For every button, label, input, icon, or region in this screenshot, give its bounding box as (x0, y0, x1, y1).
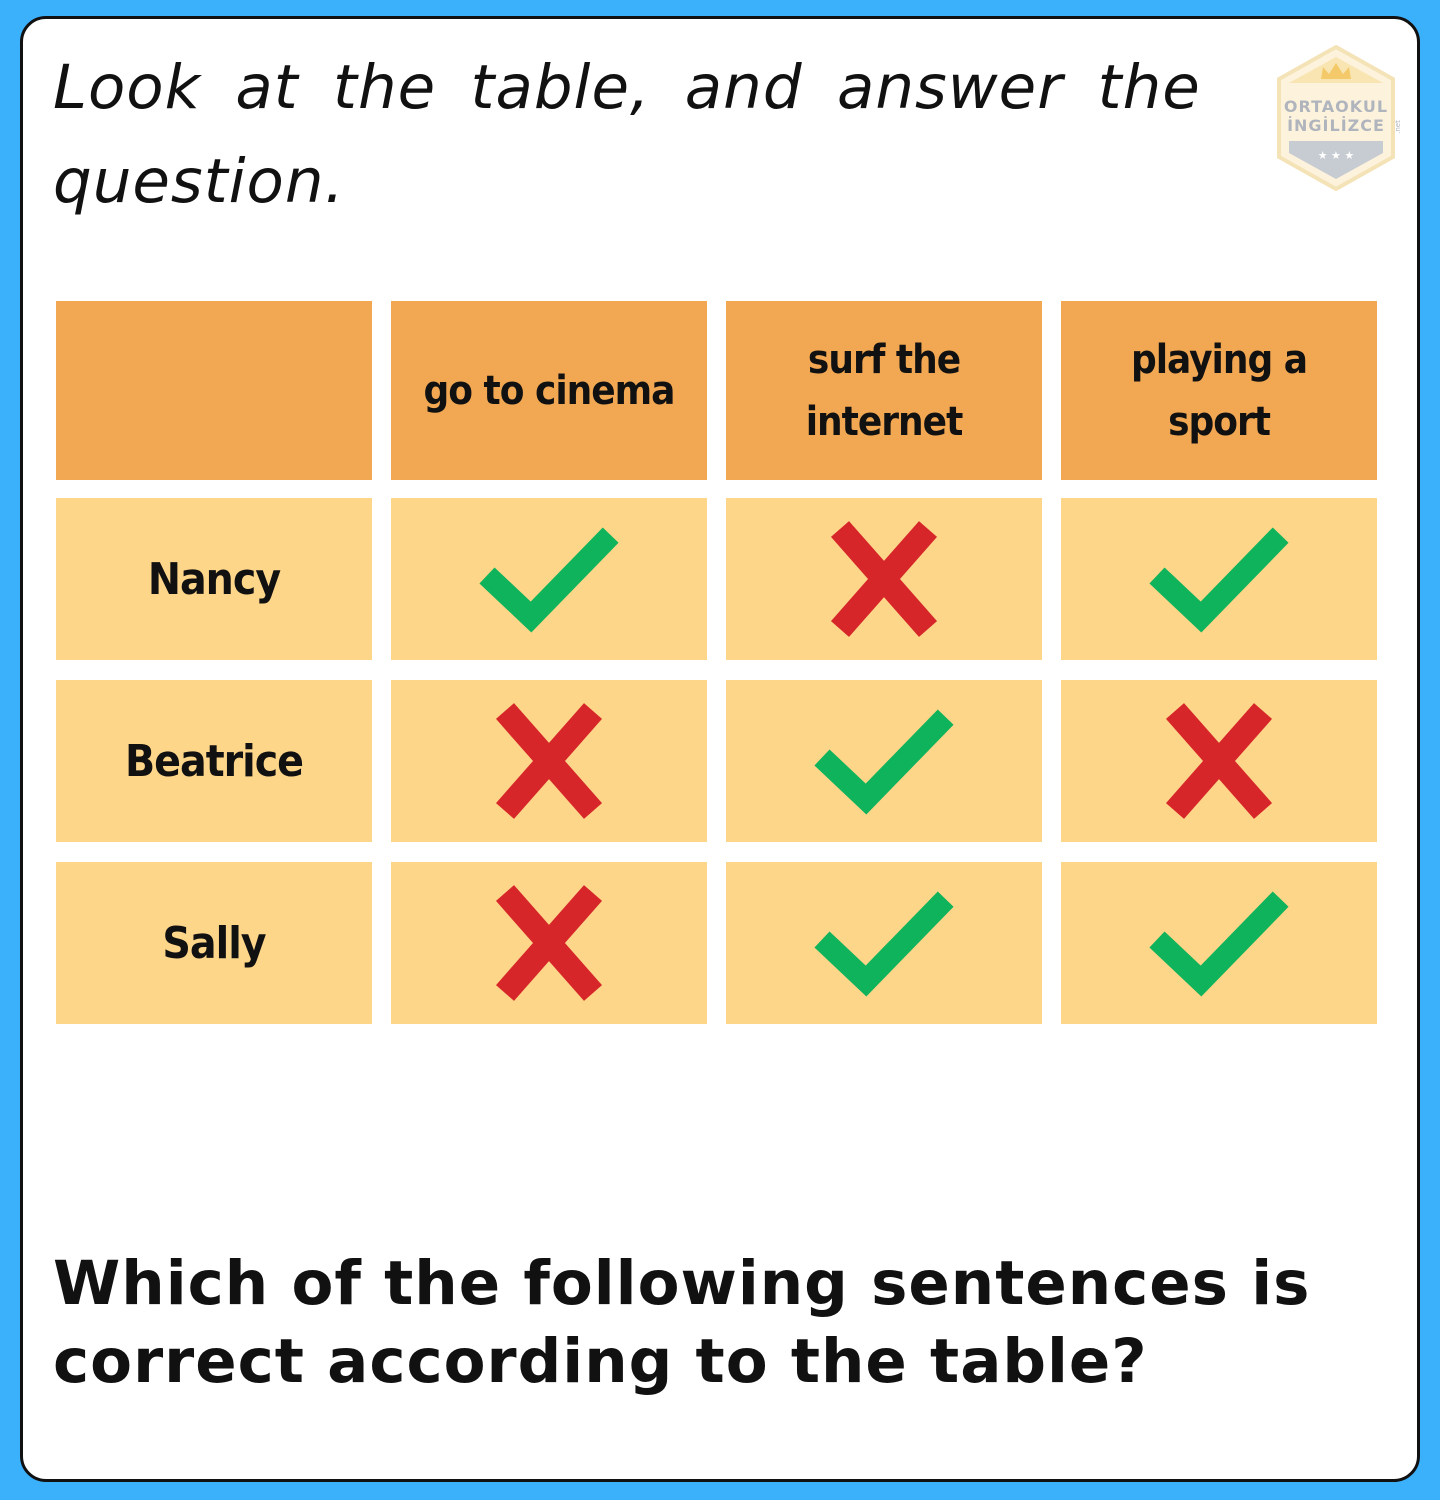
row-name-nancy: Nancy (56, 498, 372, 660)
logo-line-2: İNGİLİZCE (1287, 116, 1385, 135)
table-cell (391, 498, 707, 660)
table-cell (1061, 862, 1377, 1024)
logo-line-1: ORTAOKUL (1283, 97, 1389, 116)
column-header-cinema: go to cinema (391, 301, 707, 480)
cross-icon (479, 701, 619, 821)
cross-icon (479, 883, 619, 1003)
check-icon (814, 883, 954, 1003)
table-cell (1061, 498, 1377, 660)
table-header-corner (56, 301, 372, 480)
cross-icon (1149, 701, 1289, 821)
instruction-text: Look at the table, and answer the questi… (53, 52, 1201, 217)
check-icon (1149, 883, 1289, 1003)
logo-suffix: .net (1393, 120, 1402, 134)
row-name-sally: Sally (56, 862, 372, 1024)
table-cell (726, 498, 1042, 660)
row-name-beatrice: Beatrice (56, 680, 372, 842)
table-cell (391, 862, 707, 1024)
check-icon (814, 701, 954, 821)
cross-icon (814, 519, 954, 639)
site-logo: ★ ★ ★ ORTAOKUL İNGİLİZCE .net (1273, 43, 1402, 193)
table-cell (726, 680, 1042, 842)
svg-text:★ ★ ★: ★ ★ ★ (1318, 149, 1355, 162)
question-text: Which of the following sentences is corr… (53, 1248, 1311, 1397)
table-cell (391, 680, 707, 842)
question-card: Look at the table, and answer the questi… (20, 16, 1420, 1482)
check-icon (479, 519, 619, 639)
table-cell (726, 862, 1042, 1024)
column-header-internet: surf the internet (726, 301, 1042, 480)
table-cell (1061, 680, 1377, 842)
check-icon (1149, 519, 1289, 639)
column-header-sport: playing a sport (1061, 301, 1377, 480)
